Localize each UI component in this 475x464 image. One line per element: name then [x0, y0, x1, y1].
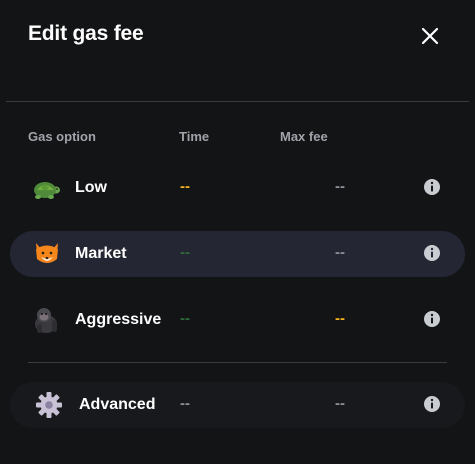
close-icon[interactable] — [420, 26, 440, 46]
gas-option-max-fee: -- — [335, 310, 345, 327]
info-icon[interactable] — [423, 395, 441, 413]
gas-option-market[interactable]: Market -- -- — [10, 231, 465, 277]
options-divider — [28, 362, 447, 363]
modal-title: Edit gas fee — [28, 22, 144, 45]
gear-icon — [36, 392, 62, 418]
gas-option-time: -- — [180, 244, 190, 261]
gas-option-label: Market — [75, 245, 127, 262]
gas-option-time: -- — [180, 178, 190, 195]
header-divider — [6, 101, 469, 102]
info-icon[interactable] — [423, 310, 441, 328]
advanced-max-fee: -- — [335, 395, 345, 412]
advanced-label: Advanced — [79, 396, 156, 413]
info-icon[interactable] — [423, 244, 441, 262]
fox-icon — [36, 243, 58, 263]
column-header-max-fee: Max fee — [280, 129, 328, 144]
gas-option-max-fee: -- — [335, 244, 345, 261]
gas-option-label: Aggressive — [75, 311, 162, 328]
gas-option-time: -- — [180, 310, 190, 327]
gas-option-aggressive[interactable]: Aggressive -- -- — [10, 297, 465, 343]
gas-option-max-fee: -- — [335, 178, 345, 195]
edit-gas-fee-modal: Edit gas fee Gas option Time Max fee Low… — [0, 0, 475, 464]
advanced-time: -- — [180, 395, 190, 412]
column-header-gas-option: Gas option — [28, 129, 96, 144]
gas-option-advanced[interactable]: Advanced -- -- — [10, 382, 465, 428]
gas-option-label: Low — [75, 179, 107, 196]
gorilla-icon — [35, 308, 57, 333]
gas-option-low[interactable]: Low -- -- — [10, 165, 465, 211]
modal-header: Edit gas fee — [28, 22, 448, 52]
info-icon[interactable] — [423, 178, 441, 196]
column-header-time: Time — [179, 129, 210, 144]
turtle-icon — [34, 182, 60, 199]
